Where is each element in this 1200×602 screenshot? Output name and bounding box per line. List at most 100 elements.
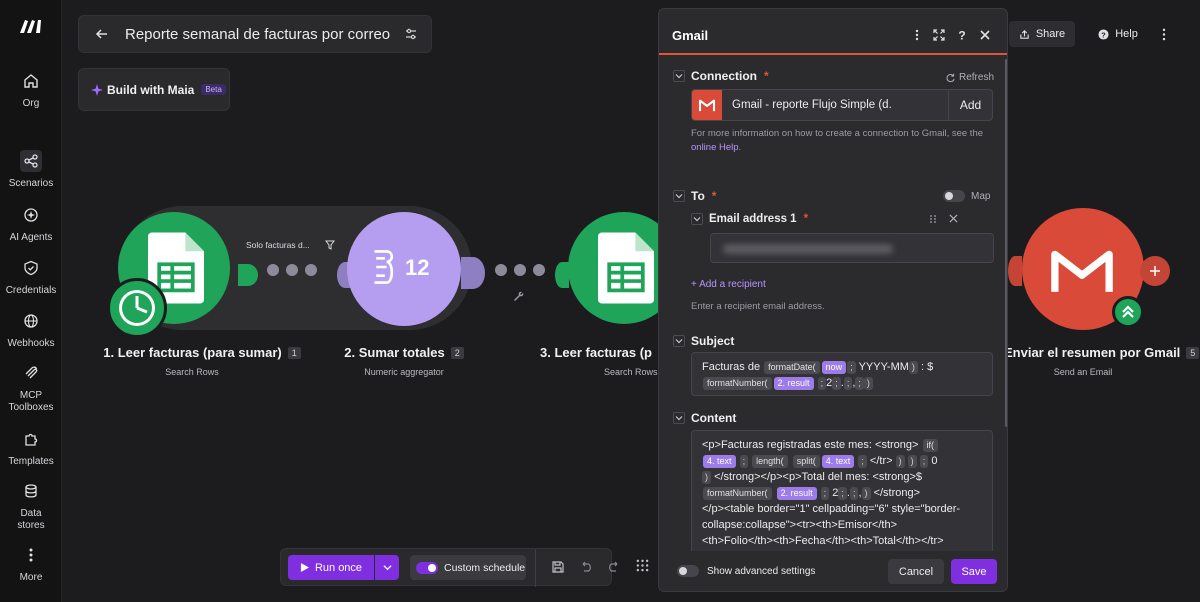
content-section[interactable]: Content: [673, 411, 736, 425]
connector-dot: [533, 264, 545, 276]
clock-icon: [119, 290, 155, 326]
sparkle-icon: [91, 83, 103, 96]
sidebar-item-label: MCP Toolboxes: [8, 390, 54, 413]
connector-handle: [461, 257, 485, 289]
run-once-button[interactable]: Run once: [288, 555, 374, 580]
module-numeric-aggregator[interactable]: 12: [347, 212, 461, 326]
show-advanced-toggle[interactable]: Show advanced settings: [677, 565, 815, 577]
connector-handle: [1008, 256, 1022, 286]
toggle-switch[interactable]: [943, 190, 965, 202]
svg-text:?: ?: [958, 29, 965, 41]
plus-icon: [1150, 266, 1160, 276]
mcp-icon: [20, 362, 42, 384]
sidebar-item-more[interactable]: More: [0, 544, 62, 584]
gmail-icon: [692, 90, 722, 120]
run-options-dropdown[interactable]: [375, 555, 399, 580]
redo-icon[interactable]: [607, 560, 621, 574]
build-with-maia-button[interactable]: Build with Maia Beta: [78, 68, 230, 111]
online-help-link[interactable]: online Help: [691, 142, 739, 153]
chevron-down-icon[interactable]: [673, 70, 685, 82]
toggle-switch[interactable]: [677, 565, 699, 577]
scenario-title-bar: Reporte semanal de facturas por correo: [78, 15, 432, 53]
module-label[interactable]: 3. Leer facturas (p: [540, 345, 660, 360]
connection-select[interactable]: Gmail - reporte Flujo Simple (d. Add: [691, 89, 993, 121]
drag-handle-icon[interactable]: [929, 214, 937, 224]
back-arrow-icon[interactable]: [95, 27, 109, 41]
more-vertical-icon[interactable]: [1162, 28, 1166, 41]
connection-section[interactable]: Connection *: [673, 69, 769, 83]
filter-icon[interactable]: [325, 240, 335, 250]
settings-sliders-icon[interactable]: [404, 27, 418, 41]
database-icon: [20, 480, 42, 502]
instant-trigger-badge: [1112, 296, 1144, 328]
sidebar-item-label: Data stores: [17, 508, 45, 531]
sidebar-item-ai-agents[interactable]: AI Agents: [0, 204, 62, 244]
connector-dot: [514, 264, 526, 276]
home-icon: [20, 70, 42, 92]
more-vertical-icon[interactable]: [911, 29, 923, 41]
connector-dot: [305, 264, 317, 276]
wrench-icon[interactable]: [512, 290, 524, 302]
subject-section[interactable]: Subject: [673, 334, 734, 348]
add-recipient-button[interactable]: + Add a recipient: [691, 279, 766, 290]
module-sublabel: Send an Email: [1053, 367, 1113, 377]
grid-dots-icon[interactable]: [636, 559, 649, 572]
globe-icon: [20, 310, 42, 332]
connector-handle: [238, 264, 258, 286]
to-section[interactable]: To *: [673, 189, 716, 203]
email-address-input[interactable]: [710, 233, 994, 263]
make-logo-icon[interactable]: [18, 17, 44, 35]
chevron-down-icon[interactable]: [673, 190, 685, 202]
save-button[interactable]: Save: [951, 559, 997, 584]
help-circle-icon: ?: [1098, 28, 1109, 40]
sidebar-item-scenarios[interactable]: Scenarios: [0, 150, 62, 190]
redacted-email: [723, 244, 893, 254]
help-button[interactable]: ? Help: [1085, 21, 1151, 47]
sidebar-item-org[interactable]: Org: [0, 70, 62, 110]
toggle-switch[interactable]: [416, 561, 438, 574]
sidebar-item-data-stores[interactable]: Data stores: [0, 480, 62, 532]
connector-handle: [555, 262, 569, 288]
panel-scrollbar[interactable]: [1005, 59, 1007, 427]
double-chevron-up-icon: [1122, 305, 1134, 318]
add-connection-button[interactable]: Add: [948, 90, 992, 120]
recipient-help-text: Enter a recipient email address.: [691, 301, 825, 312]
map-toggle[interactable]: Map: [943, 190, 990, 202]
sidebar-item-label: More: [19, 572, 43, 583]
gmail-icon: [1051, 250, 1113, 292]
chevron-down-icon: [382, 565, 392, 571]
filter-label[interactable]: Solo facturas d...: [246, 240, 310, 250]
subject-input[interactable]: Facturas de formatDate(now; YYYY-MM) : $…: [691, 352, 993, 396]
expand-icon[interactable]: [933, 29, 945, 41]
chevron-down-icon[interactable]: [673, 335, 685, 347]
chevron-down-icon[interactable]: [673, 412, 685, 424]
cancel-button[interactable]: Cancel: [888, 559, 944, 584]
sidebar-item-templates[interactable]: Templates: [0, 428, 62, 468]
module-label[interactable]: 2. Sumar totales 2: [334, 345, 474, 360]
scenario-title[interactable]: Reporte semanal de facturas por correo: [125, 26, 390, 43]
sidebar-item-mcp-toolboxes[interactable]: MCP Toolboxes: [0, 362, 62, 414]
module-label[interactable]: Enviar el resumen por Gmail 5: [1004, 345, 1200, 360]
email-address-item[interactable]: Email address 1 *: [691, 211, 993, 227]
undo-icon[interactable]: [579, 560, 593, 574]
share-button[interactable]: Share: [1009, 21, 1075, 47]
custom-schedule-toggle[interactable]: Custom schedule: [410, 555, 526, 580]
sidebar-item-label: Templates: [8, 456, 54, 467]
close-icon[interactable]: [979, 29, 991, 41]
refresh-button[interactable]: Refresh: [946, 72, 994, 83]
remove-icon[interactable]: [949, 214, 958, 223]
panel-header: Gmail ?: [659, 9, 1007, 55]
content-input[interactable]: <p>Facturas registradas este mes: <stron…: [691, 430, 993, 555]
scenario-canvas[interactable]: Reporte semanal de facturas por correo B…: [62, 0, 1200, 602]
save-icon[interactable]: [551, 560, 565, 574]
chevron-down-icon[interactable]: [691, 213, 703, 225]
sidebar-item-credentials[interactable]: Credentials: [0, 257, 62, 297]
module-sublabel: Search Rows: [604, 367, 658, 377]
aggregator-icon-text: 12: [405, 255, 430, 280]
module-label[interactable]: 1. Leer facturas (para sumar) 1: [87, 345, 317, 360]
schedule-clock-badge[interactable]: [107, 278, 167, 338]
help-icon[interactable]: ?: [956, 29, 968, 41]
sidebar-item-webhooks[interactable]: Webhooks: [0, 310, 62, 350]
shield-check-icon: [20, 257, 42, 279]
divider: [535, 549, 536, 587]
